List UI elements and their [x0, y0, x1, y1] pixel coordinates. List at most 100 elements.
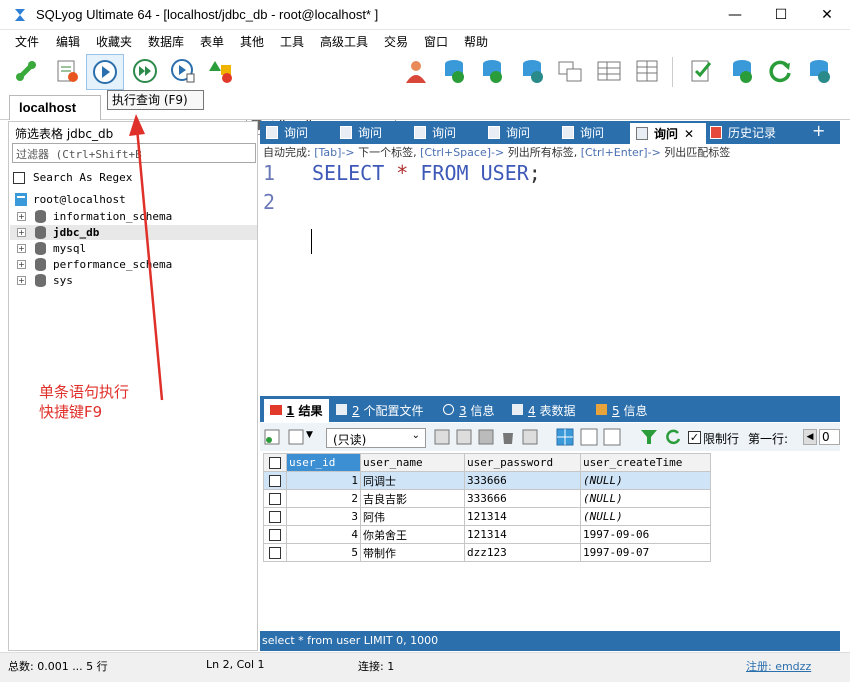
- export-db-icon[interactable]: [805, 57, 833, 85]
- regex-checkbox[interactable]: [13, 172, 25, 184]
- close-button[interactable]: ✕: [804, 0, 850, 30]
- tab-query-1[interactable]: 询问: [266, 124, 308, 144]
- cell[interactable]: 121314: [464, 507, 581, 526]
- menu-help[interactable]: 帮助: [464, 33, 488, 50]
- menu-other[interactable]: 其他: [240, 33, 264, 50]
- column-header[interactable]: user_createTime: [580, 453, 711, 472]
- cell[interactable]: dzz123: [464, 543, 581, 562]
- tab-info-2[interactable]: 5 信息: [596, 402, 647, 419]
- cell[interactable]: 333666: [464, 489, 581, 508]
- previous-page-button[interactable]: ◀: [803, 429, 817, 445]
- first-row-input[interactable]: 0: [819, 429, 840, 445]
- menu-advanced-tools[interactable]: 高级工具: [320, 33, 368, 50]
- refresh-results-icon[interactable]: [664, 428, 682, 446]
- schema-designer-icon[interactable]: [207, 57, 235, 85]
- row-checkbox[interactable]: [269, 529, 281, 541]
- cell[interactable]: (NULL): [580, 471, 711, 490]
- readonly-select[interactable]: (只读) ⌄: [326, 428, 426, 448]
- cell[interactable]: 你弟舍王: [360, 525, 465, 544]
- user-manager-icon[interactable]: [402, 57, 430, 85]
- row-checkbox[interactable]: [269, 547, 281, 559]
- execute-query-button[interactable]: [86, 54, 124, 90]
- table-diff-icon[interactable]: [595, 57, 623, 85]
- execute-edit-icon[interactable]: [169, 57, 197, 85]
- form-view-icon[interactable]: [580, 428, 598, 446]
- cell[interactable]: 4: [286, 525, 361, 544]
- copy-icon[interactable]: [434, 429, 450, 445]
- menu-transaction[interactable]: 交易: [384, 33, 408, 50]
- tree-db-jdbc-db[interactable]: jdbc_db: [53, 226, 99, 239]
- tree-db-mysql[interactable]: mysql: [53, 242, 86, 255]
- close-tab-icon[interactable]: ✕: [684, 127, 694, 141]
- cell[interactable]: 吉良吉影: [360, 489, 465, 508]
- cell[interactable]: 3: [286, 507, 361, 526]
- schema-sync-icon[interactable]: [633, 57, 661, 85]
- sync-database-icon[interactable]: [518, 57, 546, 85]
- cell[interactable]: (NULL): [580, 507, 711, 526]
- tree-root[interactable]: root@localhost: [33, 193, 126, 206]
- expand-icon[interactable]: +: [17, 244, 26, 253]
- cell[interactable]: 333666: [464, 471, 581, 490]
- table-row[interactable]: 1 同调士 333666 (NULL): [263, 471, 711, 490]
- restore-database-icon[interactable]: [478, 57, 506, 85]
- menu-window[interactable]: 窗口: [424, 33, 448, 50]
- tab-query-3[interactable]: 询问: [414, 124, 456, 144]
- row-checkbox[interactable]: [269, 511, 281, 523]
- row-checkbox[interactable]: [269, 475, 281, 487]
- select-all-cell[interactable]: [263, 453, 287, 472]
- tab-query-2[interactable]: 询问: [340, 124, 382, 144]
- copy-table-icon[interactable]: [556, 57, 584, 85]
- menu-favorites[interactable]: 收藏夹: [96, 33, 132, 50]
- tab-history[interactable]: 历史记录: [710, 124, 776, 144]
- expand-icon[interactable]: +: [17, 276, 26, 285]
- tab-query-4[interactable]: 询问: [488, 124, 530, 144]
- paste-icon[interactable]: [456, 429, 472, 445]
- cell[interactable]: (NULL): [580, 489, 711, 508]
- cell[interactable]: 1997-09-07: [580, 543, 711, 562]
- execute-all-icon[interactable]: [131, 57, 159, 85]
- limit-rows-checkbox[interactable]: ✓: [688, 431, 701, 444]
- save-icon[interactable]: [478, 429, 494, 445]
- backup-database-icon[interactable]: [440, 57, 468, 85]
- chevron-down-icon[interactable]: ▼: [306, 430, 313, 440]
- table-row[interactable]: 5 带制作 dzz123 1997-09-07: [263, 543, 711, 562]
- expand-icon[interactable]: +: [17, 260, 26, 269]
- tab-query-active[interactable]: 询问 ✕: [630, 123, 706, 144]
- tab-profiles[interactable]: 2 个配置文件: [336, 402, 423, 419]
- expand-icon[interactable]: +: [17, 212, 26, 221]
- column-header[interactable]: user_id: [286, 453, 361, 472]
- text-view-icon[interactable]: [603, 428, 621, 446]
- row-menu-icon[interactable]: [288, 429, 304, 445]
- cell[interactable]: 阿伟: [360, 507, 465, 526]
- cell[interactable]: 1997-09-06: [580, 525, 711, 544]
- tab-query-5[interactable]: 询问: [562, 124, 604, 144]
- cancel-icon[interactable]: [522, 429, 538, 445]
- refresh-db-icon[interactable]: [728, 57, 756, 85]
- cell[interactable]: 同调士: [360, 471, 465, 490]
- filter-icon[interactable]: [640, 428, 658, 446]
- maximize-button[interactable]: ☐: [758, 0, 804, 30]
- tab-table-data[interactable]: 4 表数据: [512, 402, 575, 419]
- insert-row-icon[interactable]: [264, 429, 280, 445]
- delete-icon[interactable]: [500, 429, 516, 445]
- check-task-icon[interactable]: [688, 57, 716, 85]
- table-row[interactable]: 4 你弟舍王 121314 1997-09-06: [263, 525, 711, 544]
- new-query-icon[interactable]: [53, 57, 81, 85]
- sql-editor[interactable]: 1 2 SELECT * FROM USER;: [260, 161, 840, 395]
- cell[interactable]: 带制作: [360, 543, 465, 562]
- expand-icon[interactable]: +: [17, 228, 26, 237]
- status-register-link[interactable]: 注册: emdzz: [746, 658, 811, 674]
- menu-file[interactable]: 文件: [15, 33, 39, 50]
- row-checkbox[interactable]: [269, 493, 281, 505]
- table-row[interactable]: 2 吉良吉影 333666 (NULL): [263, 489, 711, 508]
- cell[interactable]: 1: [286, 471, 361, 490]
- refresh-icon[interactable]: [766, 57, 794, 85]
- connect-icon[interactable]: [12, 57, 40, 85]
- cell[interactable]: 5: [286, 543, 361, 562]
- grid-view-icon[interactable]: [556, 428, 574, 446]
- column-header[interactable]: user_password: [464, 453, 581, 472]
- menu-table[interactable]: 表单: [200, 33, 224, 50]
- menu-database[interactable]: 数据库: [148, 33, 184, 50]
- menu-tools[interactable]: 工具: [280, 33, 304, 50]
- tab-results[interactable]: 1 结果: [264, 399, 329, 422]
